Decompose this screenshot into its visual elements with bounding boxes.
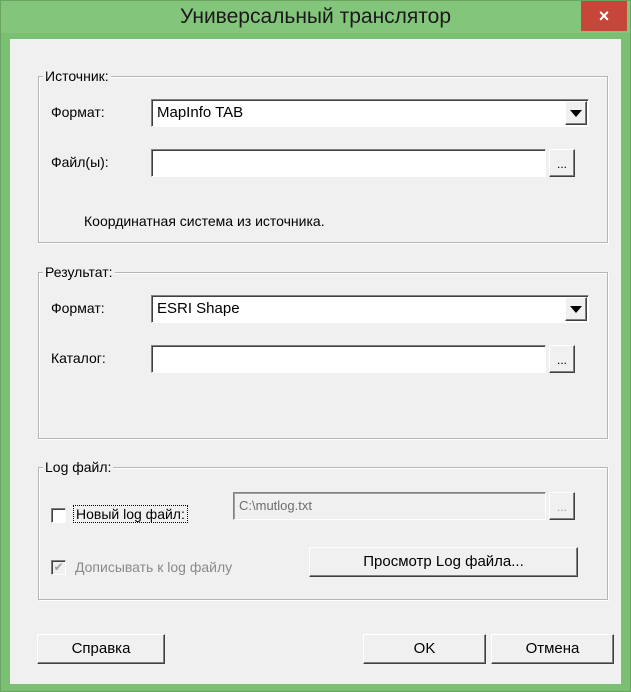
chevron-down-icon <box>570 109 582 117</box>
result-format-select[interactable]: ESRI Shape <box>151 295 589 323</box>
new-log-label-wrap[interactable]: Новый log файл: <box>73 505 188 523</box>
help-button[interactable]: Справка <box>37 634 165 664</box>
source-files-browse-button[interactable]: ... <box>549 149 575 177</box>
view-log-button[interactable]: Просмотр Log файла... <box>309 547 578 577</box>
result-catalog-input[interactable] <box>151 345 546 373</box>
dialog-window: Универсальный транслятор × Источник: Фор… <box>0 0 631 692</box>
append-log-checkbox[interactable]: ✔ <box>51 560 66 575</box>
window-title: Универсальный транслятор <box>179 5 452 28</box>
new-log-checkbox[interactable] <box>51 508 66 523</box>
source-files-label: Файл(ы): <box>51 154 109 170</box>
result-format-dropdown-button[interactable] <box>565 297 587 321</box>
result-group-label: Результат: <box>43 263 115 281</box>
coord-system-text: Координатная система из источника. <box>84 213 325 229</box>
source-format-value: MapInfo TAB <box>157 104 244 121</box>
result-group: Результат: Формат: ESRI Shape Каталог: .… <box>38 263 608 439</box>
close-icon: × <box>598 5 610 26</box>
close-button[interactable]: × <box>581 1 627 31</box>
source-group: Источник: Формат: MapInfo TAB Файл(ы): .… <box>38 67 608 243</box>
result-format-value: ESRI Shape <box>157 300 240 317</box>
dialog-client: Источник: Формат: MapInfo TAB Файл(ы): .… <box>10 39 621 684</box>
source-files-input[interactable] <box>151 149 546 177</box>
log-path-input[interactable]: C:\mutlog.txt <box>233 492 546 520</box>
log-group-label: Log файл: <box>43 458 114 476</box>
log-path-browse-button[interactable]: ... <box>549 492 575 520</box>
chevron-down-icon <box>570 305 582 313</box>
append-log-label: Дописывать к log файлу <box>75 559 233 575</box>
source-format-label: Формат: <box>51 104 105 120</box>
title-bar[interactable]: Универсальный транслятор × <box>1 1 630 33</box>
source-format-dropdown-button[interactable] <box>565 101 587 125</box>
source-group-label: Источник: <box>43 67 111 85</box>
result-format-label: Формат: <box>51 300 105 316</box>
result-catalog-browse-button[interactable]: ... <box>549 345 575 373</box>
ok-button[interactable]: OK <box>363 634 486 664</box>
source-format-select[interactable]: MapInfo TAB <box>151 99 589 127</box>
cancel-button[interactable]: Отмена <box>491 634 614 664</box>
result-catalog-label: Каталог: <box>51 350 106 366</box>
new-log-label: Новый log файл: <box>73 505 188 523</box>
log-group: Log файл: Новый log файл: C:\mutlog.txt … <box>38 458 608 600</box>
